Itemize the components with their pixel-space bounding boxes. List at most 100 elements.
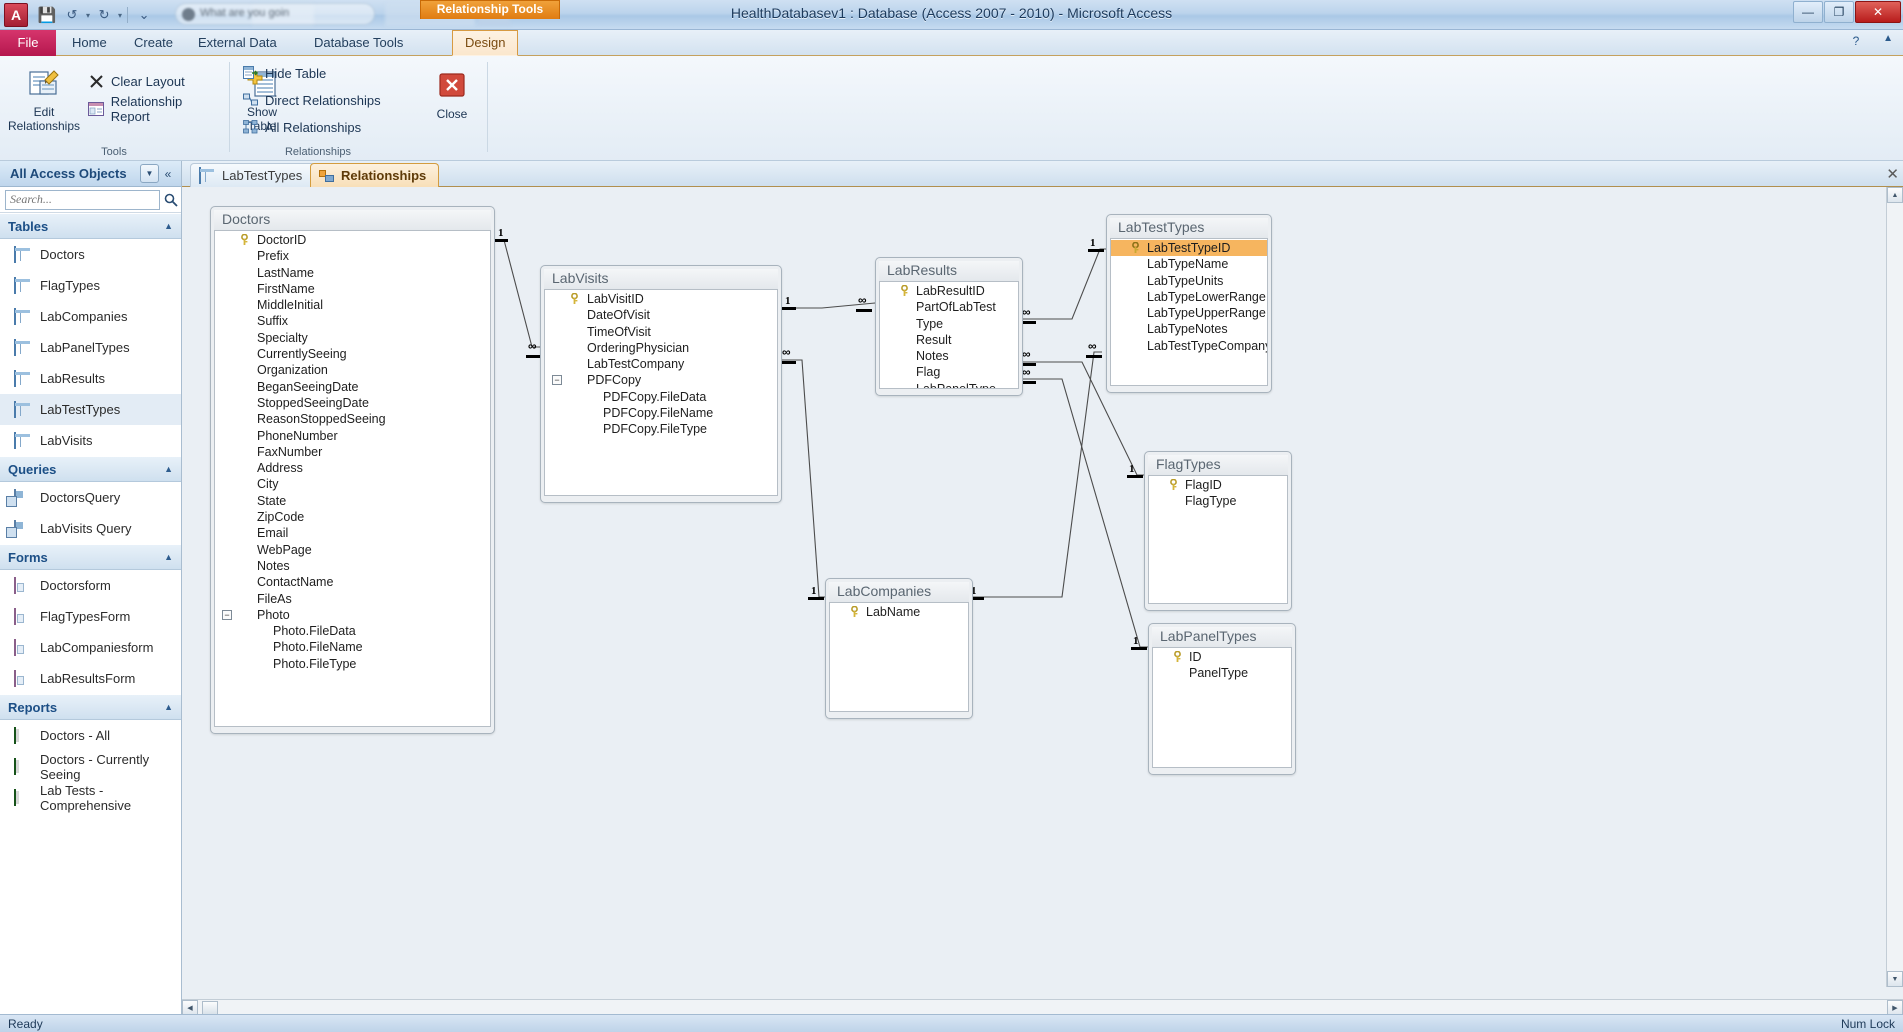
- field-row[interactable]: Prefix: [215, 248, 490, 264]
- table-box-labtesttypes[interactable]: LabTestTypes LabTestTypeID LabTypeName L…: [1106, 214, 1272, 393]
- nav-group-reports[interactable]: Reports ▲: [0, 694, 181, 720]
- field-row[interactable]: FirstName: [215, 281, 490, 297]
- chevron-up-icon[interactable]: ▲: [164, 552, 173, 562]
- scroll-down-icon[interactable]: ▼: [1887, 971, 1903, 987]
- field-row[interactable]: Notes: [215, 558, 490, 574]
- nav-item-labtesttypes[interactable]: LabTestTypes: [0, 394, 181, 425]
- minimize-ribbon-icon[interactable]: ▲: [1883, 33, 1893, 44]
- tab-create[interactable]: Create: [122, 30, 185, 56]
- collapse-expander-icon[interactable]: −: [222, 609, 232, 620]
- field-row[interactable]: CurrentlySeeing: [215, 346, 490, 362]
- field-row[interactable]: FileAs: [215, 591, 490, 607]
- field-row[interactable]: Type: [880, 316, 1018, 332]
- table-box-labresults[interactable]: LabResults LabResultID PartOfLabTest Typ…: [875, 257, 1023, 396]
- field-row[interactable]: Email: [215, 525, 490, 541]
- field-row[interactable]: FlagID: [1149, 477, 1287, 493]
- nav-item-labpaneltypes[interactable]: LabPanelTypes: [0, 332, 181, 363]
- field-row[interactable]: PhoneNumber: [215, 428, 490, 444]
- search-icon[interactable]: [164, 190, 178, 210]
- field-row[interactable]: Organization: [215, 362, 490, 378]
- nav-item-labresultsform[interactable]: LabResultsForm: [0, 663, 181, 694]
- close-relationships-button[interactable]: Close: [414, 64, 490, 121]
- field-row[interactable]: LabTypeLowerRange: [1111, 289, 1267, 305]
- nav-item-doctors[interactable]: Doctors: [0, 239, 181, 270]
- table-box-flagtypes[interactable]: FlagTypes FlagID FlagType: [1144, 451, 1292, 611]
- nav-group-queries[interactable]: Queries ▲: [0, 456, 181, 482]
- collapse-expander-icon[interactable]: −: [552, 375, 562, 386]
- field-row[interactable]: State: [215, 493, 490, 509]
- chevron-up-icon[interactable]: ▲: [164, 464, 173, 474]
- nav-item-doctorsform[interactable]: Doctorsform: [0, 570, 181, 601]
- clear-layout-button[interactable]: Clear Layout: [88, 70, 190, 92]
- field-row[interactable]: LabTypeUnits: [1111, 273, 1267, 289]
- field-row[interactable]: Address: [215, 460, 490, 476]
- tab-relationships[interactable]: Relationships: [310, 163, 440, 187]
- field-row[interactable]: StoppedSeeingDate: [215, 395, 490, 411]
- field-row[interactable]: Specialty: [215, 330, 490, 346]
- tab-home[interactable]: Home: [60, 30, 119, 56]
- scroll-up-icon[interactable]: ▲: [1887, 187, 1903, 203]
- field-row[interactable]: ReasonStoppedSeeing: [215, 411, 490, 427]
- all-relationships-button[interactable]: All Relationships: [242, 116, 366, 138]
- tab-design[interactable]: Design: [452, 30, 519, 56]
- minimize-button[interactable]: —: [1793, 1, 1823, 23]
- chevron-up-icon[interactable]: ▲: [164, 221, 173, 231]
- field-row[interactable]: FlagType: [1149, 493, 1287, 509]
- field-row[interactable]: − Photo: [215, 607, 490, 623]
- field-row[interactable]: LabVisitID: [545, 291, 777, 307]
- field-row[interactable]: PartOfLabTest: [880, 299, 1018, 315]
- vertical-scrollbar[interactable]: ▲ ▼: [1886, 187, 1903, 987]
- close-document-icon[interactable]: ✕: [1886, 165, 1899, 183]
- field-row[interactable]: LabTypeUpperRange: [1111, 305, 1267, 321]
- nav-item-doctors-currently-seeing[interactable]: Doctors - Currently Seeing: [0, 751, 181, 782]
- help-icon[interactable]: ?: [1845, 30, 1867, 52]
- search-input[interactable]: [5, 189, 160, 210]
- table-box-labvisits[interactable]: LabVisits LabVisitID DateOfVisit TimeOfV…: [540, 265, 782, 503]
- tab-external-data[interactable]: External Data: [186, 30, 289, 56]
- restore-button[interactable]: ❐: [1824, 1, 1854, 23]
- field-row[interactable]: Photo.FileData: [215, 623, 490, 639]
- table-box-labpaneltypes[interactable]: LabPanelTypes ID PanelType: [1148, 623, 1296, 775]
- nav-item-labcompaniesform[interactable]: LabCompaniesform: [0, 632, 181, 663]
- close-button[interactable]: ✕: [1855, 1, 1901, 23]
- field-row[interactable]: BeganSeeingDate: [215, 379, 490, 395]
- field-row[interactable]: − PDFCopy: [545, 372, 777, 388]
- nav-item-labvisitsquery[interactable]: LabVisits Query: [0, 513, 181, 544]
- field-row[interactable]: LastName: [215, 265, 490, 281]
- field-row[interactable]: Flag: [880, 364, 1018, 380]
- field-row[interactable]: Suffix: [215, 313, 490, 329]
- field-row[interactable]: Photo.FileName: [215, 639, 490, 655]
- relationship-report-button[interactable]: Relationship Report: [88, 94, 228, 124]
- nav-item-flagtypes[interactable]: FlagTypes: [0, 270, 181, 301]
- field-row[interactable]: ZipCode: [215, 509, 490, 525]
- field-row[interactable]: LabName: [830, 604, 968, 620]
- field-row[interactable]: OrderingPhysician: [545, 340, 777, 356]
- edit-relationships-button[interactable]: Edit Relationships: [6, 62, 82, 133]
- field-row[interactable]: WebPage: [215, 542, 490, 558]
- field-row[interactable]: TimeOfVisit: [545, 324, 777, 340]
- field-row[interactable]: PDFCopy.FileName: [545, 405, 777, 421]
- field-row[interactable]: LabResultID: [880, 283, 1018, 299]
- nav-item-doctors-all[interactable]: Doctors - All: [0, 720, 181, 751]
- field-row-selected[interactable]: LabTestTypeID: [1111, 240, 1267, 257]
- double-chevron-left-icon[interactable]: «: [159, 167, 177, 181]
- field-row[interactable]: LabTypeNotes: [1111, 321, 1267, 337]
- field-row[interactable]: FaxNumber: [215, 444, 490, 460]
- field-row[interactable]: LabTestTypeCompany: [1111, 338, 1267, 354]
- nav-item-lab-tests-comprehensive[interactable]: Lab Tests - Comprehensive: [0, 782, 181, 813]
- field-row[interactable]: Photo.FileType: [215, 656, 490, 672]
- nav-item-labresults[interactable]: LabResults: [0, 363, 181, 394]
- table-box-labcompanies[interactable]: LabCompanies LabName: [825, 578, 973, 719]
- field-row[interactable]: PDFCopy.FileType: [545, 421, 777, 437]
- field-row[interactable]: LabTypeName: [1111, 256, 1267, 272]
- field-row[interactable]: ContactName: [215, 574, 490, 590]
- field-row[interactable]: LabTestCompany: [545, 356, 777, 372]
- chevron-down-icon[interactable]: ▼: [140, 164, 159, 183]
- field-row[interactable]: DoctorID: [215, 232, 490, 248]
- field-row[interactable]: ID: [1153, 649, 1291, 665]
- nav-group-tables[interactable]: Tables ▲: [0, 213, 181, 239]
- tab-labtesttypes[interactable]: LabTestTypes: [190, 163, 316, 187]
- field-row[interactable]: LabPanelType: [880, 381, 1018, 388]
- nav-item-labcompanies[interactable]: LabCompanies: [0, 301, 181, 332]
- hide-table-button[interactable]: Hide Table: [242, 62, 331, 84]
